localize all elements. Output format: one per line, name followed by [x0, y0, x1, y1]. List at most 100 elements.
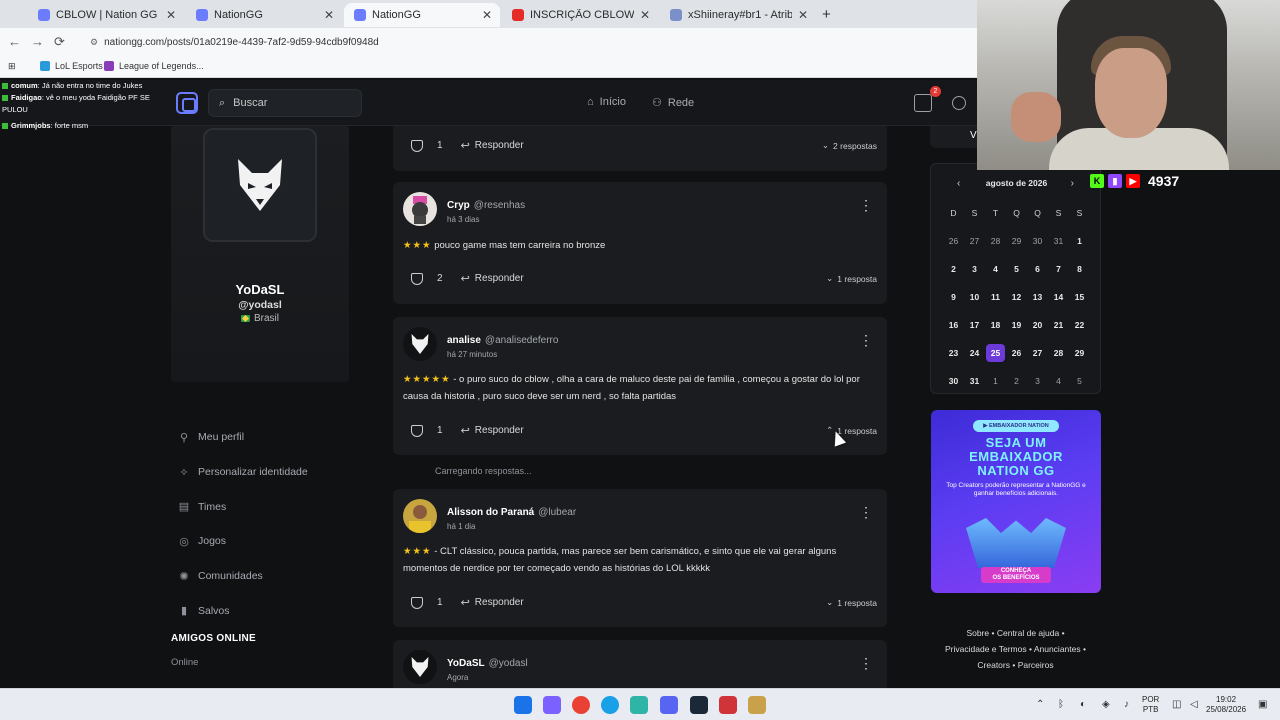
calendar-day[interactable]: 18: [985, 318, 1006, 346]
calendar-day[interactable]: 12: [1006, 290, 1027, 318]
more-options-icon[interactable]: ⋮: [859, 505, 873, 519]
calendar-day[interactable]: 20: [1027, 318, 1048, 346]
browser-tab-active[interactable]: NationGG ✕: [344, 3, 500, 27]
browser-tab[interactable]: INSCRIÇÃO CBLOW - YouTube ✕: [502, 3, 658, 27]
comment-author[interactable]: Alisson do Paraná: [447, 507, 534, 518]
comment-author[interactable]: YoDaSL: [447, 658, 485, 669]
user-avatar[interactable]: [403, 327, 437, 361]
calendar-day[interactable]: 11: [985, 290, 1006, 318]
edge-icon[interactable]: [601, 696, 619, 714]
ambassador-banner[interactable]: ▶ EMBAIXADOR NATION SEJA UM EMBAIXADOR N…: [931, 410, 1101, 593]
nationgg-logo-icon[interactable]: [176, 92, 198, 114]
reply-button[interactable]: ↩ Responder: [461, 424, 524, 437]
chevron-right-icon[interactable]: ›: [1071, 178, 1074, 189]
comment-handle[interactable]: @resenhas: [474, 200, 525, 211]
apps-icon[interactable]: ⊞: [8, 61, 16, 72]
sidebar-item-comunidades[interactable]: ✺ Comunidades: [178, 559, 348, 594]
footer-link[interactable]: Sobre: [966, 628, 989, 638]
footer-link[interactable]: Central de ajuda: [997, 628, 1059, 638]
calendar-day[interactable]: 10: [964, 290, 985, 318]
clock[interactable]: 19:02 25/08/2026: [1206, 695, 1246, 715]
more-options-icon[interactable]: ⋮: [859, 656, 873, 670]
reply-button[interactable]: ↩ Responder: [461, 139, 524, 152]
calendar-day[interactable]: 26: [943, 234, 964, 262]
toggle-replies[interactable]: ⌄ 1 resposta: [826, 597, 877, 608]
profile-avatar[interactable]: [203, 128, 317, 242]
calendar-day[interactable]: 8: [1069, 262, 1090, 290]
site-info-icon[interactable]: ⚙: [90, 37, 98, 48]
calendar-day[interactable]: 1: [985, 374, 1006, 402]
like-shield-icon[interactable]: [411, 139, 423, 152]
bluetooth-icon[interactable]: ᛒ: [1058, 699, 1064, 710]
calendar-day[interactable]: 15: [1069, 290, 1090, 318]
comment-handle[interactable]: @analisedeferro: [485, 335, 559, 346]
toggle-replies[interactable]: ⌄ 1 resposta: [826, 273, 877, 284]
user-avatar[interactable]: [403, 650, 437, 684]
nav-rede[interactable]: ⚇ Rede: [652, 96, 694, 110]
calendar-day[interactable]: 6: [1027, 262, 1048, 290]
calendar-day[interactable]: 1: [1069, 234, 1090, 262]
calendar-day[interactable]: 31: [964, 374, 985, 402]
comment-handle[interactable]: @yodasl: [489, 658, 528, 669]
calendar-day[interactable]: 28: [1048, 346, 1069, 374]
calendar-day[interactable]: 30: [943, 374, 964, 402]
calendar-day[interactable]: 4: [985, 262, 1006, 290]
calendar-day[interactable]: 23: [943, 346, 964, 374]
speaker-icon[interactable]: ◁: [1190, 699, 1198, 710]
calendar-day-today[interactable]: 25: [985, 344, 1006, 374]
calendar-day[interactable]: 5: [1006, 262, 1027, 290]
calendar-day[interactable]: 7: [1048, 262, 1069, 290]
language-indicator[interactable]: POR PTB: [1142, 695, 1159, 715]
wifi-icon[interactable]: ◫: [1172, 699, 1181, 710]
like-shield-icon[interactable]: [411, 272, 423, 285]
bookmark-league-of-legends[interactable]: League of Legends...: [104, 61, 204, 71]
comment-author[interactable]: analise: [447, 335, 481, 346]
app-icon[interactable]: [630, 696, 648, 714]
sidebar-item-jogos[interactable]: ◎ Jogos: [178, 524, 348, 559]
sidebar-item-times[interactable]: ▤ Times: [178, 489, 348, 524]
calendar-day[interactable]: 16: [943, 318, 964, 346]
reply-button[interactable]: ↩ Responder: [461, 596, 524, 609]
calendar-day[interactable]: 29: [1006, 234, 1027, 262]
app-red-icon[interactable]: [719, 696, 737, 714]
discord-icon[interactable]: [660, 696, 678, 714]
calendar-day[interactable]: 2: [943, 262, 964, 290]
like-shield-icon[interactable]: [411, 424, 423, 437]
footer-link[interactable]: Anunciantes: [1034, 644, 1081, 654]
search-input[interactable]: [233, 97, 334, 109]
footer-link[interactable]: Creators: [977, 660, 1010, 670]
bookmark-lol-esports[interactable]: LoL Esports: [40, 61, 103, 71]
volume-icon[interactable]: ♪: [1124, 699, 1129, 710]
calendar-day[interactable]: 28: [985, 234, 1006, 262]
new-tab-button[interactable]: +: [822, 6, 831, 23]
notifications-tray-icon[interactable]: ▣: [1258, 699, 1267, 710]
footer-link[interactable]: Privacidade e Termos: [945, 644, 1027, 654]
calendar-day[interactable]: 3: [1027, 374, 1048, 402]
calendar-day[interactable]: 4: [1048, 374, 1069, 402]
close-tab-icon[interactable]: ✕: [324, 8, 334, 22]
notifications-icon[interactable]: [914, 94, 932, 112]
league-client-icon[interactable]: [748, 696, 766, 714]
close-tab-icon[interactable]: ✕: [482, 8, 492, 22]
footer-link[interactable]: Parceiros: [1018, 660, 1054, 670]
calendar-day[interactable]: 24: [964, 346, 985, 374]
browser-tab[interactable]: CBLOW | Nation GG ✕: [28, 3, 184, 27]
network-tray-icon[interactable]: ◈: [1102, 699, 1110, 710]
browser-tab[interactable]: xShiineray#br1 - Atributos do ✕: [660, 3, 816, 27]
calendar-day[interactable]: 5: [1069, 374, 1090, 402]
calendar-day[interactable]: 9: [943, 290, 964, 318]
url-field[interactable]: ⚙ nationgg.com/posts/01a0219e-4439-7af2-…: [90, 37, 379, 48]
tray-chevron-icon[interactable]: ⌃: [1036, 699, 1044, 710]
calendar-day[interactable]: 17: [964, 318, 985, 346]
toggle-replies[interactable]: ⌄ 2 respostas: [822, 140, 877, 151]
start-icon[interactable]: [514, 696, 532, 714]
calendar-day[interactable]: 30: [1027, 234, 1048, 262]
sidebar-item-personalizar[interactable]: ✧ Personalizar identidade: [178, 455, 348, 490]
gauge-icon[interactable]: [952, 96, 966, 110]
close-tab-icon[interactable]: ✕: [798, 8, 808, 22]
sidebar-item-salvos[interactable]: ▮ Salvos: [178, 593, 348, 628]
search-box[interactable]: ⌕: [208, 89, 362, 117]
calendar-day[interactable]: 2: [1006, 374, 1027, 402]
nav-inicio[interactable]: ⌂ Início: [587, 96, 626, 108]
more-options-icon[interactable]: ⋮: [859, 198, 873, 212]
